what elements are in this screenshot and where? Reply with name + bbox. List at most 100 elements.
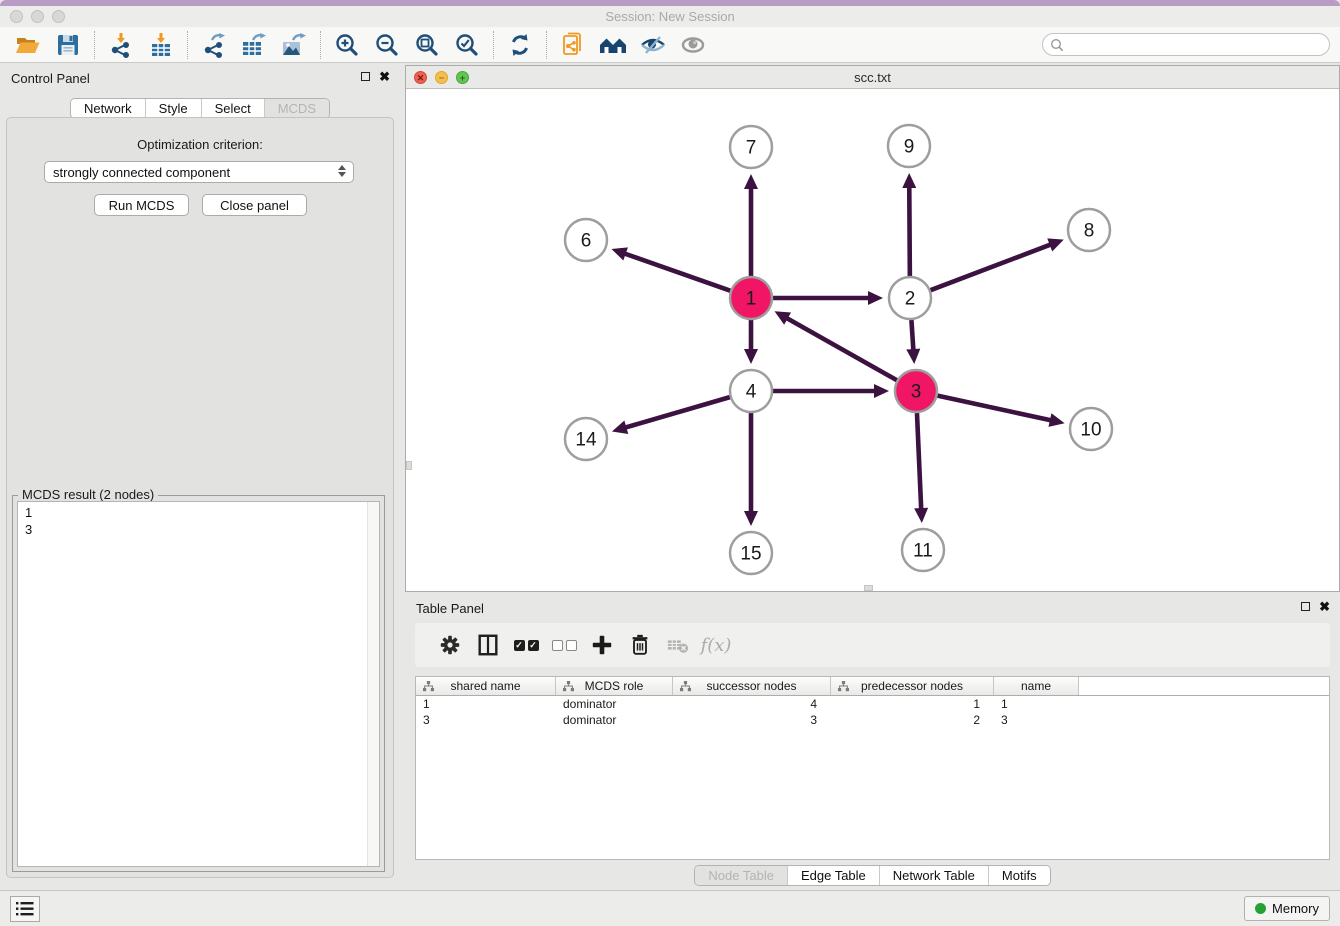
home-button[interactable] — [593, 30, 633, 60]
criterion-select[interactable]: strongly connected component — [44, 161, 354, 183]
edge-3-11[interactable] — [914, 413, 928, 523]
hide-panels-button[interactable] — [633, 30, 673, 60]
edge-2-3[interactable] — [906, 320, 920, 364]
mcds-result-scrollbar[interactable] — [367, 502, 379, 866]
export-network-icon — [201, 32, 227, 58]
node-11[interactable]: 11 — [902, 529, 944, 571]
export-image-button[interactable] — [274, 30, 314, 60]
column-header-shared-name[interactable]: shared name — [416, 677, 556, 695]
import-network-button[interactable] — [101, 30, 141, 60]
clone-network-button[interactable] — [553, 30, 593, 60]
unselect-all-button[interactable] — [545, 628, 583, 662]
table-cell[interactable]: dominator — [556, 696, 673, 712]
function-builder-button[interactable]: f(x) — [697, 628, 735, 662]
canvas-left-scroll-nub[interactable] — [406, 461, 412, 470]
edge-4-14[interactable] — [612, 397, 730, 434]
delete-row-button[interactable] — [621, 628, 659, 662]
node-2[interactable]: 2 — [889, 277, 931, 319]
tab-edge-table[interactable]: Edge Table — [788, 866, 880, 885]
edge-1-6[interactable] — [611, 247, 730, 290]
toolbar-separator — [546, 31, 547, 59]
sort-hierarchy-icon — [838, 681, 849, 692]
table-panel-float-icon[interactable] — [1301, 602, 1310, 611]
table-cell[interactable]: 1 — [416, 696, 556, 712]
zoom-out-button[interactable] — [367, 30, 407, 60]
control-panel-float-icon[interactable] — [361, 72, 370, 81]
node-7[interactable]: 7 — [730, 126, 772, 168]
table-cell[interactable]: 2 — [831, 712, 994, 728]
task-history-button[interactable] — [10, 896, 40, 922]
network-canvas[interactable]: 7 9 6 8 1 2 4 3 14 10 15 11 — [406, 89, 1339, 591]
canvas-bottom-scroll-nub[interactable] — [864, 585, 873, 591]
node-6[interactable]: 6 — [565, 219, 607, 261]
export-table-button[interactable] — [234, 30, 274, 60]
column-header-mcds-role[interactable]: MCDS role — [556, 677, 673, 695]
close-panel-button[interactable]: Close panel — [202, 194, 307, 216]
table-row[interactable]: 3dominator323 — [416, 712, 1329, 728]
tab-network[interactable]: Network — [71, 99, 146, 118]
node-9[interactable]: 9 — [888, 125, 930, 167]
table-cell[interactable]: 3 — [673, 712, 831, 728]
open-file-button[interactable] — [8, 30, 48, 60]
show-panels-button[interactable] — [673, 30, 713, 60]
tab-select[interactable]: Select — [202, 99, 265, 118]
table-cell[interactable]: 4 — [673, 696, 831, 712]
node-1[interactable]: 1 — [730, 277, 772, 319]
table-cell[interactable]: 3 — [416, 712, 556, 728]
edge-1-2[interactable] — [773, 291, 883, 305]
node-3[interactable]: 3 — [895, 370, 937, 412]
edge-2-9[interactable] — [902, 173, 916, 276]
tab-motifs[interactable]: Motifs — [989, 866, 1050, 885]
edge-3-1[interactable] — [775, 311, 897, 380]
tab-network-table[interactable]: Network Table — [880, 866, 989, 885]
edge-1-4[interactable] — [744, 320, 758, 364]
column-header-successor-nodes[interactable]: successor nodes — [673, 677, 831, 695]
control-panel-close-icon[interactable]: ✖ — [379, 69, 390, 85]
table-cell[interactable]: dominator — [556, 712, 673, 728]
add-row-button[interactable] — [583, 628, 621, 662]
import-table-button[interactable] — [141, 30, 181, 60]
table-row[interactable]: 1dominator411 — [416, 696, 1329, 712]
edge-2-8[interactable] — [931, 238, 1064, 290]
edge-4-3[interactable] — [773, 384, 889, 398]
table-settings-button[interactable] — [431, 628, 469, 662]
search-input[interactable] — [1069, 38, 1329, 52]
edge-1-7[interactable] — [744, 174, 758, 276]
node-15[interactable]: 15 — [730, 532, 772, 574]
gear-icon — [438, 633, 462, 657]
refresh-icon — [507, 32, 533, 58]
node-8[interactable]: 8 — [1068, 209, 1110, 251]
tab-node-table[interactable]: Node Table — [695, 866, 788, 885]
memory-button[interactable]: Memory — [1244, 896, 1330, 921]
zoom-selected-button[interactable] — [447, 30, 487, 60]
node-10[interactable]: 10 — [1070, 408, 1112, 450]
toolbar-separator — [493, 31, 494, 59]
zoom-fit-button[interactable] — [407, 30, 447, 60]
tab-mcds[interactable]: MCDS — [265, 99, 329, 118]
edge-3-10[interactable] — [937, 396, 1064, 427]
save-session-button[interactable] — [48, 30, 88, 60]
refresh-button[interactable] — [500, 30, 540, 60]
edge-4-15[interactable] — [744, 413, 758, 526]
column-header-predecessor-nodes[interactable]: predecessor nodes — [831, 677, 994, 695]
delete-table-button[interactable] — [659, 628, 697, 662]
checked-checkboxes-icon: ✓✓ — [514, 640, 539, 651]
run-mcds-button[interactable]: Run MCDS — [94, 194, 189, 216]
table-panel-close-icon[interactable]: ✖ — [1319, 599, 1330, 615]
column-header-label: predecessor nodes — [861, 679, 963, 693]
node-4[interactable]: 4 — [730, 370, 772, 412]
table-cell[interactable]: 1 — [831, 696, 994, 712]
select-all-button[interactable]: ✓✓ — [507, 628, 545, 662]
export-network-button[interactable] — [194, 30, 234, 60]
mcds-result-textarea[interactable]: 13 — [17, 501, 380, 867]
column-chooser-button[interactable] — [469, 628, 507, 662]
zoom-in-icon — [334, 32, 360, 58]
table-cell[interactable]: 3 — [994, 712, 1079, 728]
tab-style[interactable]: Style — [146, 99, 202, 118]
svg-text:2: 2 — [905, 289, 916, 310]
zoom-in-button[interactable] — [327, 30, 367, 60]
table-cell[interactable]: 1 — [994, 696, 1079, 712]
toolbar-separator — [187, 31, 188, 59]
column-header-name[interactable]: name — [994, 677, 1079, 695]
node-14[interactable]: 14 — [565, 418, 607, 460]
